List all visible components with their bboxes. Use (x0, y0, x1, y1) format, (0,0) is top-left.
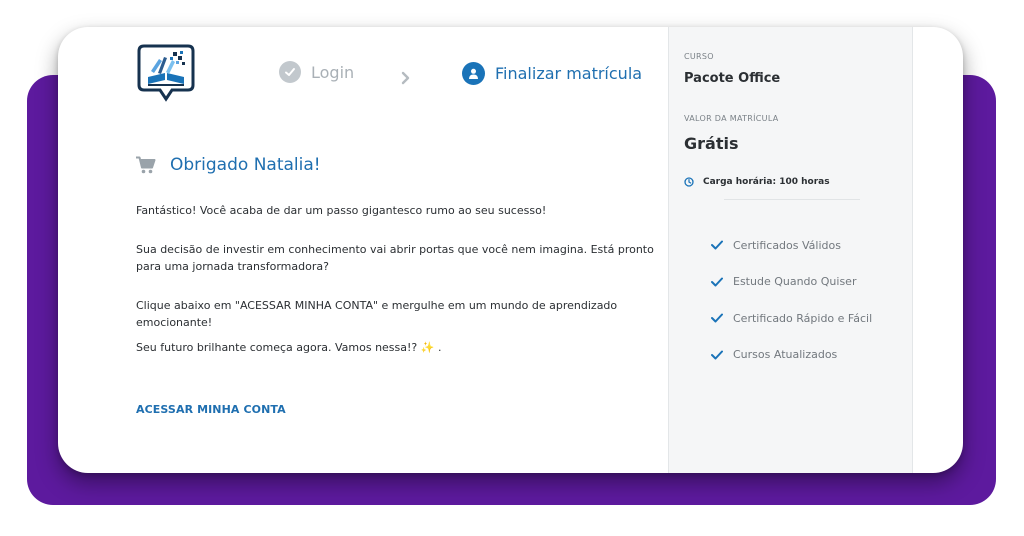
sidebar-divider (724, 199, 860, 200)
benefit-label: Certificado Rápido e Fácil (733, 311, 873, 325)
course-summary-sidebar: CURSO Pacote Office VALOR DA MATRÍCULA G… (668, 27, 913, 473)
step-finalizar-label: Finalizar matrícula (495, 64, 643, 83)
benefit-item: Certificado Rápido e Fácil (711, 300, 872, 337)
benefit-item: Estude Quando Quiser (711, 264, 872, 301)
benefit-label: Certificados Válidos (733, 238, 841, 252)
user-circle-icon (462, 62, 485, 85)
confirmation-card: Login Finalizar matrícula Obrigado Natal… (58, 27, 963, 473)
shopping-cart-icon (136, 156, 156, 174)
clock-icon (684, 177, 694, 187)
benefit-item: Cursos Atualizados (711, 337, 872, 374)
benefit-label: Estude Quando Quiser (733, 275, 857, 289)
benefits-list: Certificados Válidos Estude Quando Quise… (711, 227, 872, 373)
chat-bubble-books-logo (137, 44, 195, 102)
course-hours: Carga horária: 100 horas (684, 177, 830, 187)
course-price: Grátis (684, 134, 739, 153)
message-paragraph-2: Sua decisão de investir em conhecimento … (136, 243, 654, 273)
benefit-item: Certificados Válidos (711, 227, 872, 264)
thanks-heading: Obrigado Natalia! (136, 155, 321, 175)
check-icon (711, 350, 723, 360)
message-paragraph-4: Seu futuro brilhante começa agora. Vamos… (136, 339, 656, 356)
message-paragraph-4-text: Seu futuro brilhante começa agora. Vamos… (136, 341, 418, 354)
message-paragraph-1: Fantástico! Você acaba de dar um passo g… (136, 204, 547, 217)
message-paragraph-3: Clique abaixo em "ACESSAR MINHA CONTA" e… (136, 299, 618, 329)
sparkles-icon: ✨ (420, 341, 435, 354)
course-label: CURSO (684, 52, 714, 61)
course-name: Pacote Office (684, 71, 781, 86)
access-account-link[interactable]: ACESSAR MINHA CONTA (136, 403, 286, 416)
price-label: VALOR DA MATRÍCULA (684, 114, 779, 123)
page-title: Obrigado Natalia! (170, 155, 321, 175)
check-icon (711, 277, 723, 287)
course-hours-text: Carga horária: 100 horas (703, 177, 830, 187)
main-panel: Login Finalizar matrícula Obrigado Natal… (58, 27, 668, 473)
check-icon (711, 313, 723, 323)
step-login: Login (279, 61, 354, 83)
step-login-label: Login (311, 62, 355, 82)
message-paragraph-4-end: . (437, 341, 442, 354)
check-circle-icon (279, 61, 301, 83)
benefit-label: Cursos Atualizados (733, 348, 838, 362)
step-finalizar-matricula: Finalizar matrícula (462, 62, 642, 85)
chevron-right-icon (401, 71, 410, 85)
check-icon (711, 240, 723, 250)
